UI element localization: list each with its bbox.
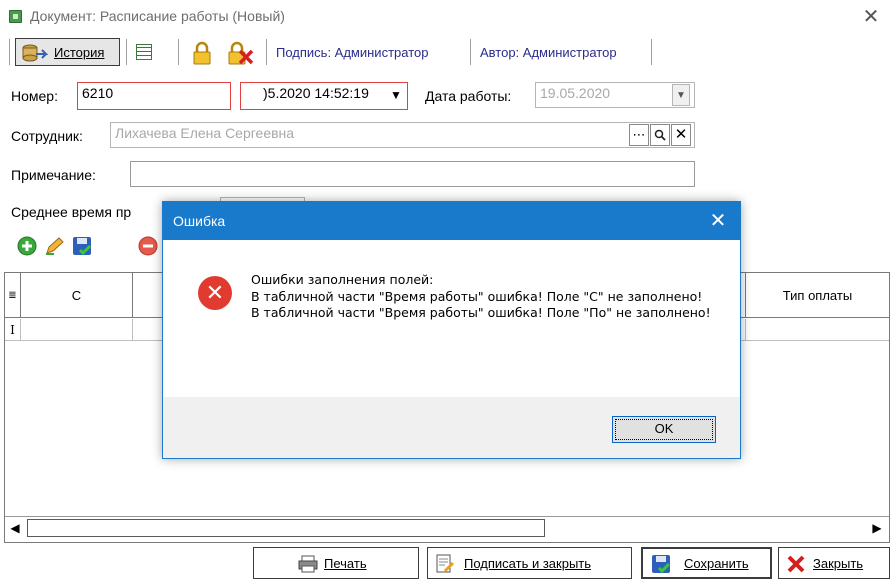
note-input[interactable] — [130, 161, 695, 187]
toolbar-separator — [651, 39, 652, 65]
close-button-label: Закрыть — [813, 556, 864, 571]
scrollbar-thumb[interactable] — [27, 519, 545, 537]
employee-label: Сотрудник: — [11, 128, 83, 144]
add-icon[interactable] — [17, 236, 37, 256]
close-button[interactable]: Закрыть — [778, 547, 890, 579]
author-link[interactable]: Автор: Администратор — [480, 45, 617, 60]
horizontal-scrollbar[interactable]: ◀ ▶ — [5, 516, 889, 540]
signature-link[interactable]: Подпись: Администратор — [276, 45, 428, 60]
scroll-left-button[interactable]: ◀ — [5, 517, 25, 539]
note-label: Примечание: — [11, 167, 96, 183]
edit-icon[interactable] — [44, 236, 66, 256]
document-icon — [9, 10, 22, 23]
toolbar-separator — [266, 39, 267, 65]
window-title: Документ: Расписание работы (Новый) — [30, 8, 285, 24]
dialog-message: Ошибки заполнения полей: В табличной час… — [251, 272, 711, 320]
avg-time-label: Среднее время пр — [11, 204, 132, 220]
dialog-title-bar: Ошибка ✕ — [163, 202, 740, 240]
date-dropdown-button[interactable]: ▼ — [387, 84, 405, 108]
clear-icon[interactable]: ✕ — [671, 124, 691, 146]
save-icon[interactable] — [72, 236, 92, 256]
save-disk-icon — [652, 555, 671, 574]
dialog-title: Ошибка — [173, 213, 226, 229]
error-dialog: Ошибка ✕ ✕ Ошибки заполнения полей: В та… — [162, 201, 741, 459]
sign-and-close-label: Подписать и закрыть — [464, 556, 592, 571]
document-date-value: )5.2020 14:52:19 — [263, 85, 369, 101]
dialog-footer: OK — [163, 397, 740, 458]
row-marker[interactable]: I — [5, 319, 21, 341]
toolbar-separator — [178, 39, 179, 65]
work-date-label: Дата работы: — [425, 88, 512, 104]
work-date-dropdown-button[interactable]: ▼ — [672, 84, 690, 106]
dialog-close-button[interactable]: ✕ — [703, 208, 733, 234]
lock-icon[interactable] — [192, 41, 212, 65]
history-button-label: История — [54, 45, 105, 60]
print-button[interactable]: Печать — [253, 547, 419, 579]
sign-document-icon — [436, 554, 454, 573]
table-icon[interactable] — [136, 44, 152, 60]
column-payment-type-header[interactable]: Тип оплаты — [746, 273, 889, 318]
scroll-right-button[interactable]: ▶ — [867, 517, 887, 539]
work-date-input[interactable]: 19.05.2020 — [535, 82, 695, 108]
toolbar-separator — [126, 39, 127, 65]
search-icon[interactable] — [650, 124, 670, 146]
employee-input[interactable]: Лихачева Елена Сергеевна — [110, 122, 695, 148]
toolbar-separator — [9, 39, 10, 65]
save-button-label: Сохранить — [684, 556, 749, 571]
window-close-button[interactable]: ✕ — [858, 4, 884, 30]
history-button[interactable]: История — [15, 38, 120, 66]
close-red-x-icon — [787, 555, 805, 573]
toolbar-separator — [470, 39, 471, 65]
save-button[interactable]: Сохранить — [641, 547, 772, 579]
number-input[interactable]: 6210 — [77, 82, 231, 110]
database-history-icon — [22, 44, 48, 62]
printer-icon — [298, 555, 318, 573]
print-button-label: Печать — [324, 556, 367, 571]
error-icon: ✕ — [198, 276, 232, 310]
document-date-input[interactable]: )5.2020 14:52:19 — [240, 82, 408, 110]
table-cell[interactable] — [21, 319, 133, 341]
sign-and-close-button[interactable]: Подписать и закрыть — [427, 547, 632, 579]
title-bar: Документ: Расписание работы (Новый) ✕ — [0, 0, 893, 34]
column-from-header[interactable]: С — [21, 273, 133, 318]
unlock-cancel-icon[interactable] — [228, 41, 254, 65]
ok-button[interactable]: OK — [612, 416, 716, 443]
row-selector-header[interactable]: ≣ — [5, 273, 21, 318]
employee-select-button[interactable]: ⋯ — [629, 124, 649, 146]
number-label: Номер: — [11, 88, 58, 104]
table-cell[interactable] — [746, 319, 889, 341]
toolbar: История Подпись: Администратор Автор: Ад… — [0, 36, 893, 68]
delete-icon[interactable] — [138, 236, 158, 256]
